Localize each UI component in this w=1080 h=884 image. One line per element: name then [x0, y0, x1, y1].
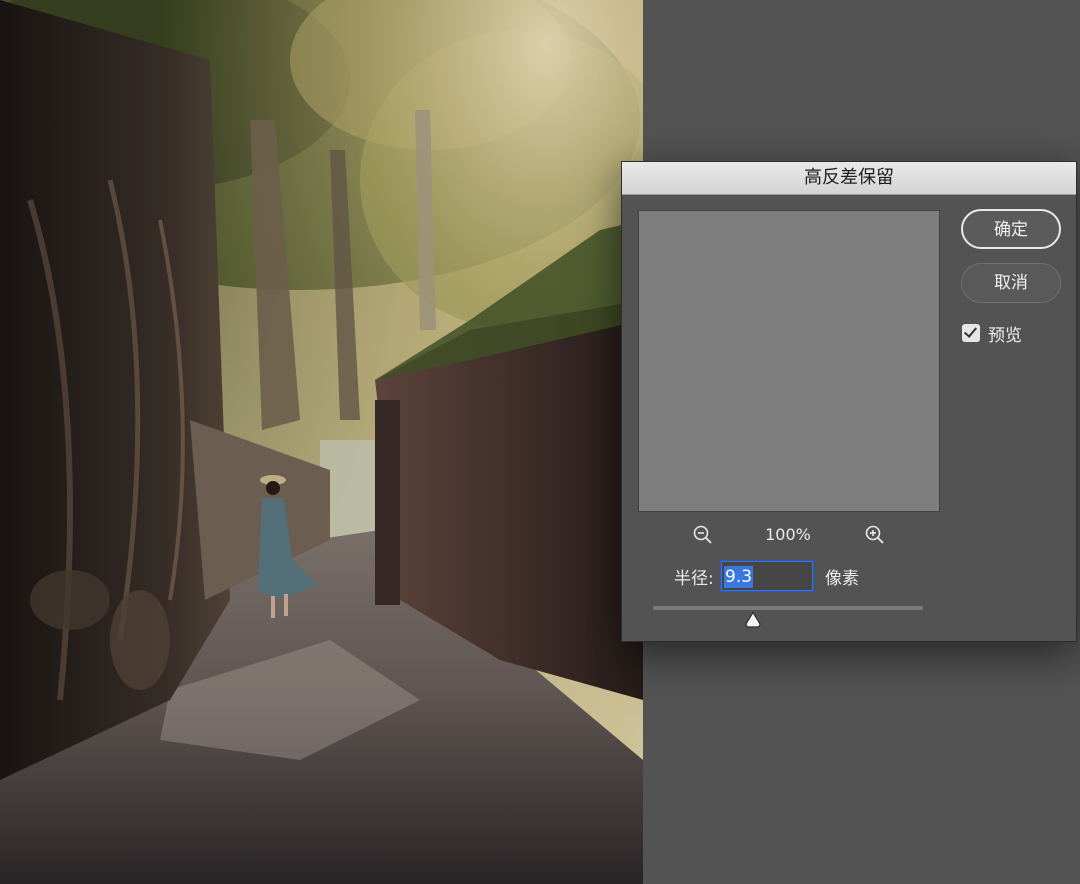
zoom-out-icon[interactable]: [691, 523, 715, 547]
ok-button[interactable]: 确定: [961, 209, 1061, 249]
document-photo: [0, 0, 643, 884]
preview-checkbox-row[interactable]: 预览: [962, 322, 1022, 344]
radius-label: 半径:: [674, 567, 714, 591]
radius-slider-track[interactable]: [653, 606, 923, 610]
radius-input-value[interactable]: 9.3: [724, 566, 753, 588]
radius-unit-label: 像素: [825, 567, 859, 591]
photoshop-workspace: 高反差保留 确定 取消 预览 100% 半径: 9.3 像素: [0, 0, 1080, 884]
preview-checkbox-label: 预览: [988, 321, 1022, 346]
alley-photo-image: [0, 0, 643, 884]
dialog-title[interactable]: 高反差保留: [622, 162, 1076, 195]
zoom-in-icon[interactable]: [863, 523, 887, 547]
preview-checkbox[interactable]: [962, 324, 980, 342]
filter-preview-pane[interactable]: [638, 210, 940, 512]
radius-slider-thumb[interactable]: [744, 611, 762, 629]
zoom-level: 100%: [748, 523, 828, 547]
high-pass-dialog: 高反差保留 确定 取消 预览 100% 半径: 9.3 像素: [621, 161, 1077, 642]
cancel-button[interactable]: 取消: [961, 263, 1061, 303]
